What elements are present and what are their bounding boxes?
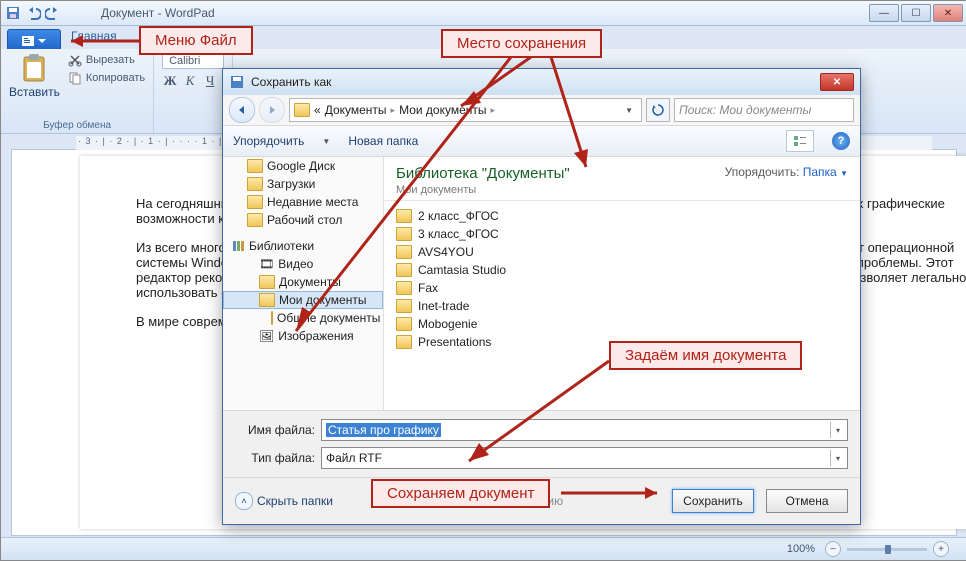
crumb-documents[interactable]: Документы bbox=[325, 103, 387, 117]
callout-file-menu: Меню Файл bbox=[139, 26, 253, 55]
back-button[interactable] bbox=[229, 97, 255, 123]
view-button[interactable] bbox=[786, 130, 814, 152]
tab-home[interactable]: Главная bbox=[71, 29, 117, 43]
callout-set-name: Задаём имя документа bbox=[609, 341, 802, 370]
underline-button[interactable]: Ч bbox=[202, 73, 218, 89]
hide-folders-button[interactable]: ˄Скрыть папки bbox=[235, 492, 333, 510]
folder-icon bbox=[396, 335, 412, 349]
tree-pictures[interactable]: Изображения bbox=[278, 329, 353, 343]
status-bar: 100% − + bbox=[1, 537, 966, 560]
folder-icon bbox=[247, 177, 263, 191]
folder-icon bbox=[396, 245, 412, 259]
paste-label: Вставить bbox=[9, 85, 60, 99]
folder-icon bbox=[271, 311, 273, 325]
new-folder-button[interactable]: Новая папка bbox=[348, 134, 418, 148]
zoom-label: 100% bbox=[787, 543, 815, 555]
save-button[interactable]: Сохранить bbox=[672, 489, 754, 513]
callout-save-location: Место сохранения bbox=[441, 29, 602, 58]
tree-publicdocs[interactable]: Общие документы bbox=[277, 311, 380, 325]
save-icon[interactable] bbox=[5, 5, 21, 21]
nav-row: « Документы ▸ Мои документы ▸ ▼ Поиск: М… bbox=[223, 95, 860, 126]
close-button[interactable]: ✕ bbox=[933, 4, 963, 22]
folder-icon bbox=[396, 299, 412, 313]
folder-icon bbox=[247, 195, 263, 209]
folder-list[interactable]: 2 класс_ФГОС 3 класс_ФГОС AVS4YOU Camtas… bbox=[384, 201, 860, 410]
bold-button[interactable]: Ж bbox=[162, 73, 178, 89]
dialog-titlebar: Сохранить как ✕ bbox=[223, 69, 860, 95]
filetype-combo[interactable]: Файл RTF▾ bbox=[321, 447, 848, 469]
save-icon bbox=[229, 74, 245, 90]
forward-button[interactable] bbox=[259, 97, 285, 123]
list-item[interactable]: Inet-trade bbox=[396, 297, 848, 315]
video-icon: 🎞 bbox=[259, 257, 274, 271]
folder-icon bbox=[396, 317, 412, 331]
dialog-title: Сохранить как bbox=[251, 75, 331, 89]
folder-icon bbox=[259, 293, 275, 307]
folder-icon bbox=[247, 159, 263, 173]
pictures-icon: 🖼 bbox=[259, 329, 274, 343]
tree-libraries[interactable]: Библиотеки bbox=[249, 239, 314, 253]
crumb-mydocs[interactable]: Мои документы bbox=[399, 103, 486, 117]
dialog-close-button[interactable]: ✕ bbox=[820, 73, 854, 91]
folder-icon bbox=[396, 209, 412, 223]
callout-save-doc: Сохраняем документ bbox=[371, 479, 550, 508]
cancel-button[interactable]: Отмена bbox=[766, 489, 848, 513]
folder-icon bbox=[396, 227, 412, 241]
help-icon[interactable]: ? bbox=[832, 132, 850, 150]
filename-label: Имя файла: bbox=[235, 423, 315, 437]
tree-video[interactable]: Видео bbox=[278, 257, 313, 271]
titlebar: Документ - WordPad — ☐ ✕ bbox=[1, 1, 966, 26]
filetype-label: Тип файла: bbox=[235, 451, 315, 465]
search-input[interactable]: Поиск: Мои документы bbox=[674, 98, 854, 122]
folder-icon bbox=[247, 213, 263, 227]
maximize-button[interactable]: ☐ bbox=[901, 4, 931, 22]
italic-button[interactable]: К bbox=[182, 73, 198, 89]
tree-recent[interactable]: Недавние места bbox=[267, 195, 358, 209]
list-item[interactable]: Mobogenie bbox=[396, 315, 848, 333]
library-title: Библиотека "Документы" bbox=[396, 165, 570, 182]
list-item[interactable]: AVS4YOU bbox=[396, 243, 848, 261]
organize-button[interactable]: Упорядочить bbox=[233, 134, 304, 148]
folder-icon bbox=[396, 263, 412, 277]
folder-icon bbox=[396, 281, 412, 295]
breadcrumb[interactable]: « Документы ▸ Мои документы ▸ ▼ bbox=[289, 98, 642, 122]
list-item[interactable]: Fax bbox=[396, 279, 848, 297]
chevron-down-icon[interactable]: ▾ bbox=[830, 422, 845, 438]
tree-mydocs[interactable]: Мои документы bbox=[279, 293, 366, 307]
chevron-down-icon[interactable]: ▼ bbox=[621, 106, 637, 115]
save-as-dialog: Сохранить как ✕ « Документы ▸ Мои докуме… bbox=[222, 68, 861, 525]
tree-downloads[interactable]: Загрузки bbox=[267, 177, 315, 191]
sort-label: Упорядочить: bbox=[725, 165, 800, 179]
nav-tree[interactable]: Google Диск Загрузки Недавние места Рабо… bbox=[223, 157, 384, 410]
library-subtitle: Мои документы bbox=[396, 184, 570, 196]
sort-value[interactable]: Папка bbox=[803, 165, 837, 179]
font-name-combo[interactable]: Calibri bbox=[162, 53, 224, 69]
zoom-out-button[interactable]: − bbox=[825, 541, 841, 557]
paste-button[interactable]: Вставить bbox=[9, 53, 60, 129]
list-item[interactable]: 2 класс_ФГОС bbox=[396, 207, 848, 225]
redo-icon[interactable] bbox=[45, 5, 61, 21]
folder-icon bbox=[294, 103, 310, 117]
minimize-button[interactable]: — bbox=[869, 4, 899, 22]
zoom-slider[interactable] bbox=[847, 548, 927, 551]
tree-documents[interactable]: Документы bbox=[279, 275, 341, 289]
zoom-in-button[interactable]: + bbox=[933, 541, 949, 557]
chevron-down-icon[interactable]: ▾ bbox=[830, 450, 845, 466]
undo-icon[interactable] bbox=[25, 5, 41, 21]
library-icon bbox=[231, 239, 245, 253]
list-item[interactable]: Camtasia Studio bbox=[396, 261, 848, 279]
copy-button[interactable]: Копировать bbox=[68, 71, 145, 85]
folder-icon bbox=[259, 275, 275, 289]
window-title: Документ - WordPad bbox=[101, 6, 215, 20]
list-item[interactable]: 3 класс_ФГОС bbox=[396, 225, 848, 243]
tree-desktop[interactable]: Рабочий стол bbox=[267, 213, 342, 227]
tree-gdrive[interactable]: Google Диск bbox=[267, 159, 335, 173]
filename-input[interactable]: Статья про графику▾ bbox=[321, 419, 848, 441]
cut-button[interactable]: Вырезать bbox=[68, 53, 145, 67]
refresh-button[interactable] bbox=[646, 98, 670, 122]
clipboard-group-label: Буфер обмена bbox=[1, 120, 153, 131]
dialog-toolbar: Упорядочить▼ Новая папка ? bbox=[223, 126, 860, 157]
chevron-up-icon: ˄ bbox=[235, 492, 253, 510]
